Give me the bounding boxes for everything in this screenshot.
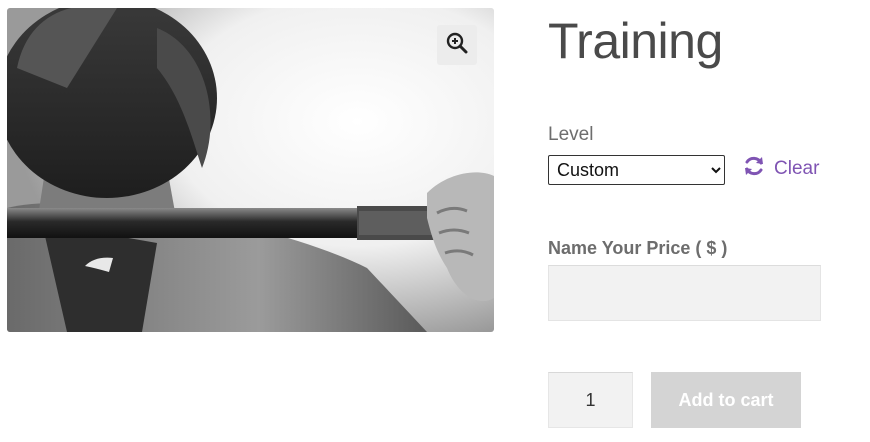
clear-label: Clear	[774, 158, 820, 179]
level-label: Level	[548, 124, 594, 145]
level-select[interactable]: Custom	[548, 155, 725, 185]
add-to-cart-button[interactable]: Add to cart	[651, 372, 801, 428]
name-your-price-label: Name Your Price ( $ )	[548, 238, 728, 258]
product-image[interactable]	[7, 8, 494, 332]
quantity-input[interactable]	[548, 372, 633, 428]
image-zoom-button[interactable]	[437, 25, 477, 65]
clear-variation-link[interactable]: Clear	[743, 155, 819, 183]
name-your-price-input[interactable]	[548, 265, 821, 321]
refresh-icon	[743, 155, 774, 183]
magnifier-plus-icon	[446, 32, 468, 59]
product-title: Training	[548, 13, 723, 69]
